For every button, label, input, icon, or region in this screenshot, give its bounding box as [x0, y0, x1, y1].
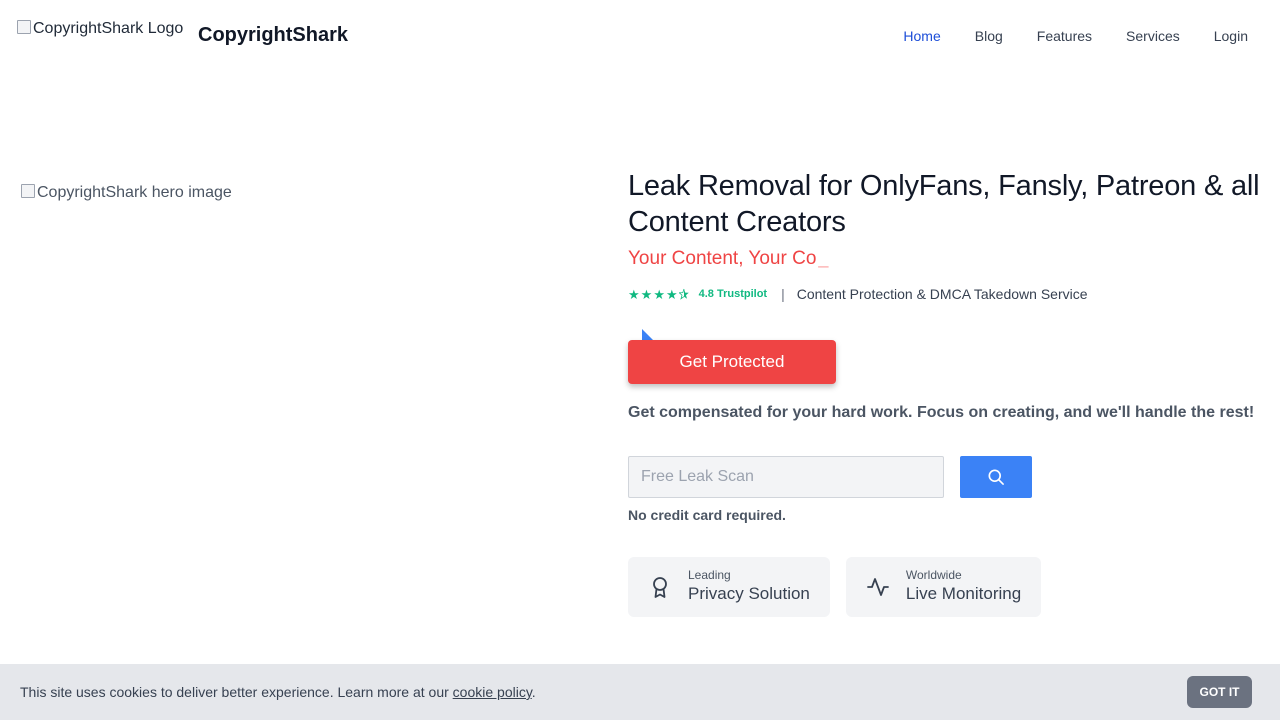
get-protected-button[interactable]: Get Protected [628, 340, 836, 384]
typing-cursor: _ [818, 248, 829, 268]
badge-monitoring: Worldwide Live Monitoring [845, 557, 1042, 617]
badge-privacy: Leading Privacy Solution [628, 557, 830, 617]
badge-text: Leading Privacy Solution [688, 568, 810, 606]
trustpilot-rating[interactable]: 4.8 Trustpilot [699, 288, 767, 300]
tagline: Content Protection & DMCA Takedown Servi… [796, 286, 1088, 302]
cookie-accept-button[interactable]: GOT IT [1187, 676, 1252, 708]
page: CopyrightShark Logo CopyrightShark Home … [0, 0, 1280, 720]
leak-scan-input[interactable] [628, 456, 944, 498]
badge-text: Worldwide Live Monitoring [906, 568, 1021, 606]
badge-small-label: Worldwide [905, 568, 962, 582]
badge-small-label: Leading [688, 568, 731, 582]
typed-text: Your Content, Your Co [628, 248, 817, 269]
cookie-text: This site uses cookies to deliver better… [20, 684, 453, 700]
page-title: Leak Removal for OnlyFans, Fansly, Patre… [628, 170, 1260, 238]
cookie-policy-link[interactable]: cookie policy [453, 684, 532, 700]
nav-services[interactable]: Services [1126, 26, 1180, 46]
award-icon [653, 577, 667, 598]
badge-main-label: Privacy Solution [688, 584, 810, 603]
divider: | [781, 286, 785, 302]
logo-image[interactable]: CopyrightShark Logo [16, 20, 183, 38]
broken-image-icon [20, 183, 36, 199]
site-header: CopyrightShark Logo CopyrightShark Home … [0, 0, 1280, 72]
hero-content: Leak Removal for OnlyFans, Fansly, Patre… [628, 168, 1268, 617]
star-icon: ★ [653, 286, 665, 302]
nav-home[interactable]: Home [903, 26, 940, 46]
badge-main-label: Live Monitoring [905, 584, 1022, 603]
cookie-message: This site uses cookies to deliver better… [20, 684, 536, 700]
nav-features[interactable]: Features [1037, 26, 1092, 46]
feature-badges: Leading Privacy Solution Worldwide Live … [628, 557, 1268, 617]
broken-image-icon [16, 19, 32, 35]
rating-row: ★ ★ ★ ★ 4.8 Trustpilot | Content Protect… [628, 284, 1268, 304]
cookie-period: . [531, 684, 536, 700]
activity-icon [866, 578, 889, 596]
leak-scan-form [628, 456, 1268, 498]
star-icon: ★ [640, 286, 653, 302]
no-credit-card-note: No credit card required. [628, 507, 786, 523]
nav-blog[interactable]: Blog [975, 26, 1003, 46]
cta-wrapper: Get Protected [628, 329, 836, 384]
logo-alt-text: CopyrightShark Logo [33, 20, 184, 37]
main-nav: Home Blog Features Services Login [869, 26, 1248, 46]
half-star-icon [678, 288, 689, 300]
pointer-marker-icon [642, 329, 653, 340]
brand-name[interactable]: CopyrightShark [198, 24, 348, 47]
hero-image-alt-text: CopyrightShark hero image [37, 184, 232, 201]
trustpilot-stars[interactable]: ★ ★ ★ ★ [628, 288, 689, 301]
subcopy: Get compensated for your hard work. Focu… [628, 404, 1255, 421]
search-button[interactable] [960, 456, 1032, 498]
nav-login[interactable]: Login [1214, 26, 1248, 46]
cookie-banner: This site uses cookies to deliver better… [0, 664, 1280, 720]
star-icon: ★ [628, 286, 640, 302]
star-icon: ★ [665, 286, 678, 302]
search-icon [988, 469, 1004, 485]
typed-headline: Your Content, Your Co _ [628, 243, 1268, 274]
hero-image: CopyrightShark hero image [20, 184, 232, 202]
